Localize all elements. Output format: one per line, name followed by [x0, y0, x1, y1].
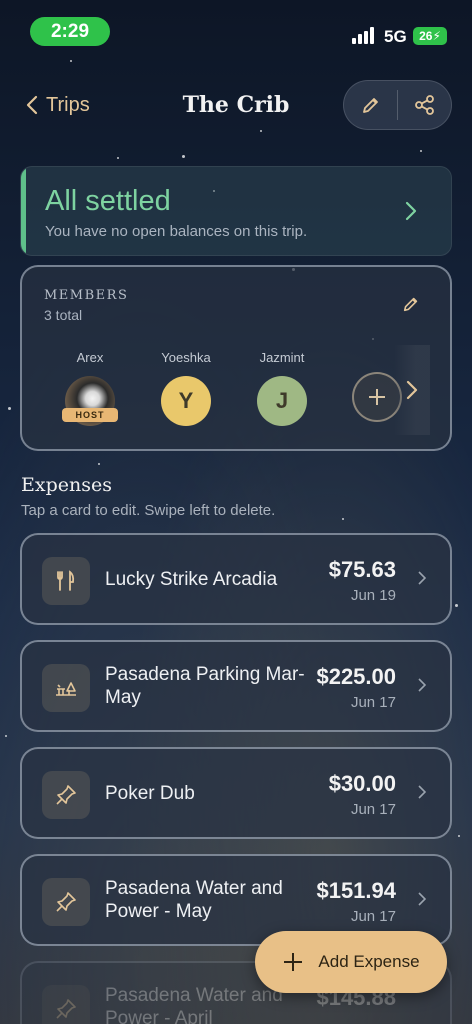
- expense-name: Lucky Strike Arcadia: [105, 568, 278, 590]
- expense-date: Jun 17: [350, 694, 396, 711]
- member-jazmint[interactable]: Jazmint J: [242, 350, 322, 426]
- expense-name: Pasadena Parking Mar-May: [105, 664, 305, 708]
- balance-status-card[interactable]: All settled You have no open balances on…: [20, 166, 452, 256]
- pin-icon: [42, 878, 90, 926]
- chevron-right-icon: [418, 571, 426, 585]
- chevron-right-icon: [418, 678, 426, 692]
- expense-card[interactable]: Lucky Strike Arcadia $75.63 Jun 19: [20, 533, 452, 625]
- pencil-icon: [362, 98, 378, 113]
- members-count: 3 total: [44, 307, 83, 323]
- battery-icon: 26⚡: [413, 27, 447, 45]
- plus-icon: [284, 953, 303, 971]
- members-card: MEMBERS 3 total Arex HOST Yoeshka Y Jazm…: [20, 265, 452, 451]
- settled-subtitle: You have no open balances on this trip.: [45, 223, 308, 240]
- members-scroll-button[interactable]: [394, 345, 430, 435]
- edit-trip-button[interactable]: [344, 81, 397, 129]
- expense-amount: $75.63: [328, 557, 396, 582]
- network-type: 5G: [384, 27, 407, 46]
- chevron-right-icon: [405, 201, 417, 221]
- expense-date: Jun 17: [350, 801, 396, 818]
- host-badge: HOST: [62, 408, 118, 422]
- expense-card[interactable]: Poker Dub $30.00 Jun 17: [20, 747, 452, 839]
- avatar: J: [257, 376, 307, 426]
- battery-level: 26: [419, 29, 433, 43]
- expense-name: Poker Dub: [105, 782, 195, 804]
- member-name: Jazmint: [259, 350, 305, 365]
- expense-card[interactable]: Pasadena Parking Mar-May $225.00 Jun 17: [20, 640, 452, 732]
- member-arex[interactable]: Arex HOST: [50, 350, 130, 426]
- expense-date: Jun 17: [350, 908, 396, 925]
- avatar: Y: [161, 376, 211, 426]
- header-actions: [343, 80, 452, 130]
- expense-name: Pasadena Water and Power - May: [105, 878, 283, 922]
- status-time: 2:29: [30, 17, 110, 46]
- expense-amount: $225.00: [316, 664, 396, 689]
- add-expense-label: Add Expense: [318, 952, 420, 971]
- expenses-heading: Expenses: [21, 474, 112, 496]
- expense-amount: $151.94: [316, 878, 396, 903]
- member-name: Yoeshka: [161, 350, 211, 365]
- pin-icon: [42, 985, 90, 1024]
- park-icon: [42, 664, 90, 712]
- status-bar: 2:29 5G 26⚡: [0, 0, 472, 56]
- settled-title: All settled: [45, 185, 171, 217]
- chevron-right-icon: [418, 892, 426, 906]
- member-yoeshka[interactable]: Yoeshka Y: [146, 350, 226, 426]
- share-button[interactable]: [398, 81, 451, 129]
- share-icon: [414, 95, 434, 115]
- utensils-icon: [42, 557, 90, 605]
- pin-icon: [42, 771, 90, 819]
- add-expense-button[interactable]: Add Expense: [255, 931, 447, 993]
- member-name: Arex: [76, 350, 104, 365]
- plus-icon: [369, 389, 385, 405]
- edit-members-icon[interactable]: [402, 295, 420, 313]
- expenses-hint: Tap a card to edit. Swipe left to delete…: [21, 502, 276, 519]
- chevron-right-icon: [418, 785, 426, 799]
- chevron-right-icon: [406, 380, 418, 400]
- members-label: MEMBERS: [44, 288, 129, 303]
- expense-date: Jun 19: [350, 587, 396, 604]
- expense-amount: $30.00: [328, 771, 396, 796]
- signal-icon: [352, 27, 378, 44]
- status-accent-bar: [21, 167, 26, 255]
